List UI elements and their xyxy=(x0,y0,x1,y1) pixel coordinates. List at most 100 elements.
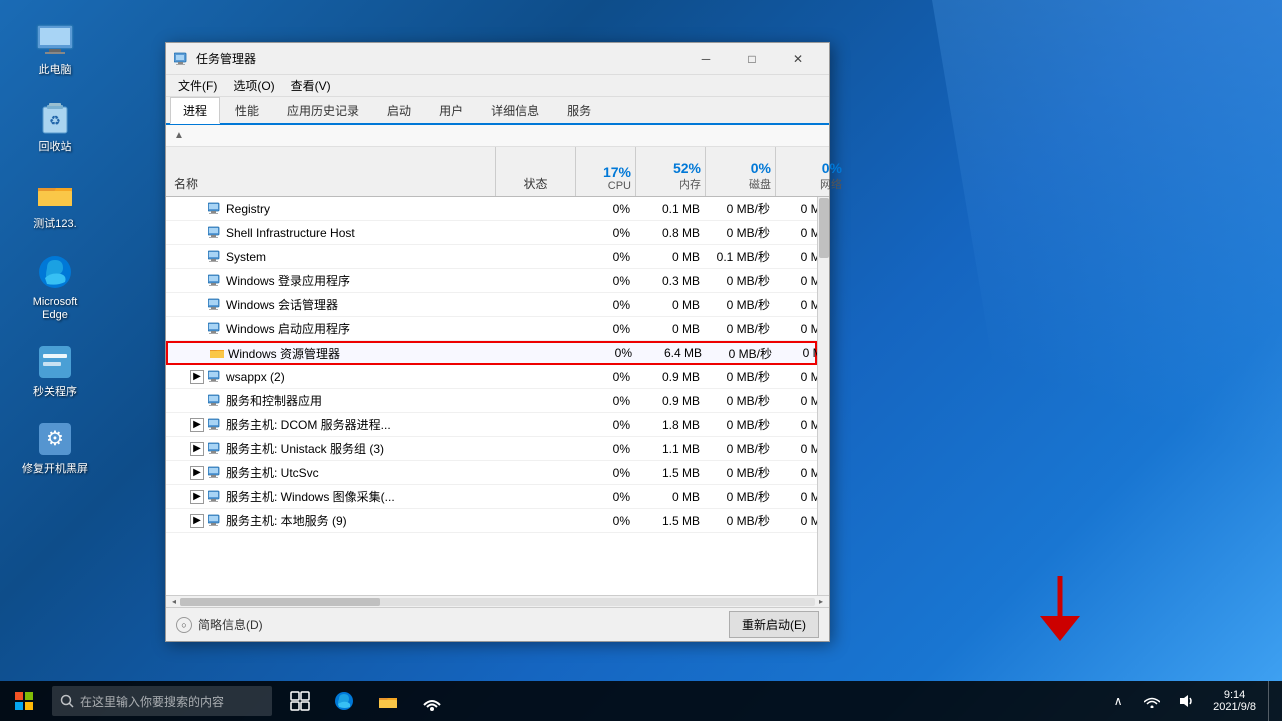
tabs: 进程 性能 应用历史记录 启动 用户 详细信息 服务 xyxy=(166,97,829,125)
show-desktop-button[interactable] xyxy=(1268,681,1274,721)
desktop-icon-folder[interactable]: 测试123. xyxy=(20,174,90,231)
process-icon xyxy=(208,298,222,312)
cell-status xyxy=(496,231,576,235)
desktop-icon-recycle[interactable]: ♻ 回收站 xyxy=(20,97,90,154)
col-header-name[interactable]: 名称 xyxy=(166,147,496,196)
col-header-mem[interactable]: 52% 内存 xyxy=(636,147,706,196)
tray-volume-icon[interactable] xyxy=(1171,681,1201,721)
footer-summary[interactable]: ○ 简略信息(D) xyxy=(176,616,263,633)
scrollbar-thumb[interactable] xyxy=(819,198,829,258)
cell-cpu: 0% xyxy=(576,488,636,506)
cell-cpu: 0% xyxy=(576,512,636,530)
scroll-thumb[interactable] xyxy=(180,598,380,606)
tab-processes[interactable]: 进程 xyxy=(170,97,220,124)
close-button[interactable]: ✕ xyxy=(775,43,821,75)
cell-status xyxy=(496,255,576,259)
scroll-area[interactable]: Registry 0% 0.1 MB 0 MB/秒 0 Mbps Shell I… xyxy=(166,197,817,595)
taskbar: 在这里输入你要搜索的内容 xyxy=(0,681,1282,721)
table-row[interactable]: Windows 会话管理器 0% 0 MB 0 MB/秒 0 Mbps xyxy=(166,293,817,317)
scrollbar-horizontal[interactable]: ◂ ▸ xyxy=(166,595,829,607)
cell-net: 0 Mbps xyxy=(776,248,817,266)
col-header-disk[interactable]: 0% 磁盘 xyxy=(706,147,776,196)
desktop: 此电脑 ♻ 回收站 测试123. xyxy=(0,0,1282,721)
cell-cpu: 0% xyxy=(576,440,636,458)
cell-mem: 6.4 MB xyxy=(638,344,708,362)
cell-net: 0 Mbps xyxy=(776,320,817,338)
table-row[interactable]: 服务和控制器应用 0% 0.9 MB 0 MB/秒 0 Mbps xyxy=(166,389,817,413)
process-icon xyxy=(208,394,222,408)
table-row[interactable]: Windows 资源管理器 0% 6.4 MB 0 MB/秒 0 Mbps xyxy=(166,341,817,365)
taskview-button[interactable] xyxy=(280,681,320,721)
restart-button[interactable]: 重新启动(E) xyxy=(729,611,819,638)
desktop-icon-app2[interactable]: ⚙ 修复开机黑屏 xyxy=(20,419,90,476)
table-row[interactable]: ▶ 服务主机: Unistack 服务组 (3) 0% 1.1 MB 0 MB/… xyxy=(166,437,817,461)
cell-status xyxy=(496,303,576,307)
tray-network-icon[interactable] xyxy=(1137,681,1167,721)
expand-button[interactable]: ▶ xyxy=(190,514,204,528)
process-icon xyxy=(208,202,222,216)
menu-file[interactable]: 文件(F) xyxy=(170,75,225,96)
cell-cpu: 0% xyxy=(576,416,636,434)
tab-startup[interactable]: 启动 xyxy=(374,97,424,123)
start-button[interactable] xyxy=(0,681,48,721)
tab-apphistory[interactable]: 应用历史记录 xyxy=(274,97,372,123)
scroll-left-arrow[interactable]: ◂ xyxy=(168,597,180,606)
col-header-status[interactable]: 状态 xyxy=(496,147,576,196)
desktop-icon-edge[interactable]: Microsoft Edge xyxy=(20,252,90,322)
table-row[interactable]: ▶ 服务主机: UtcSvc 0% 1.5 MB 0 MB/秒 0 Mbps xyxy=(166,461,817,485)
sort-toolbar: ▲ xyxy=(166,125,829,147)
taskbar-clock[interactable]: 9:14 2021/9/8 xyxy=(1205,689,1264,713)
table-row[interactable]: ▶ 服务主机: Windows 图像采集(... 0% 0 MB 0 MB/秒 … xyxy=(166,485,817,509)
cell-mem: 1.5 MB xyxy=(636,464,706,482)
cell-disk: 0 MB/秒 xyxy=(708,343,778,364)
network-taskbar[interactable] xyxy=(412,681,452,721)
cell-disk: 0 MB/秒 xyxy=(706,438,776,459)
table-row[interactable]: ▶ 服务主机: DCOM 服务器进程... 0% 1.8 MB 0 MB/秒 0… xyxy=(166,413,817,437)
process-icon xyxy=(208,250,222,264)
tab-details[interactable]: 详细信息 xyxy=(478,97,552,123)
expand-button[interactable]: ▶ xyxy=(190,370,204,384)
taskbar-search[interactable]: 在这里输入你要搜索的内容 xyxy=(52,686,272,716)
tab-users[interactable]: 用户 xyxy=(426,97,476,123)
table-row[interactable]: Registry 0% 0.1 MB 0 MB/秒 0 Mbps xyxy=(166,197,817,221)
desktop-icon-computer[interactable]: 此电脑 xyxy=(20,20,90,77)
col-header-net[interactable]: 0% 网络 xyxy=(776,147,846,196)
desktop-icon-app[interactable]: 秒关程序 xyxy=(20,342,90,399)
expand-button[interactable]: ▶ xyxy=(190,490,204,504)
tab-performance[interactable]: 性能 xyxy=(222,97,272,123)
col-header-cpu[interactable]: 17% CPU xyxy=(576,147,636,196)
cell-disk: 0 MB/秒 xyxy=(706,294,776,315)
titlebar-icon xyxy=(174,51,190,67)
expand-button[interactable]: ▶ xyxy=(190,418,204,432)
process-list: Registry 0% 0.1 MB 0 MB/秒 0 Mbps Shell I… xyxy=(166,197,829,595)
menu-options[interactable]: 选项(O) xyxy=(225,75,282,96)
table-row[interactable]: Shell Infrastructure Host 0% 0.8 MB 0 MB… xyxy=(166,221,817,245)
expand-button[interactable]: ▶ xyxy=(190,442,204,456)
scrollbar-vertical[interactable] xyxy=(817,197,829,595)
scroll-right-arrow[interactable]: ▸ xyxy=(815,597,827,606)
table-row[interactable]: Windows 登录应用程序 0% 0.3 MB 0 MB/秒 0 Mbps xyxy=(166,269,817,293)
cell-net: 0 Mbps xyxy=(776,512,817,530)
table-row[interactable]: Windows 启动应用程序 0% 0 MB 0 MB/秒 0 Mbps xyxy=(166,317,817,341)
cell-net: 0 Mbps xyxy=(776,392,817,410)
maximize-button[interactable]: □ xyxy=(729,43,775,75)
menu-view[interactable]: 查看(V) xyxy=(283,75,339,96)
edge-taskbar[interactable] xyxy=(324,681,364,721)
scroll-track xyxy=(180,598,815,606)
table-row[interactable]: ▶ 服务主机: 本地服务 (9) 0% 1.5 MB 0 MB/秒 0 Mbps xyxy=(166,509,817,533)
table-row[interactable]: ▶ wsappx (2) 0% 0.9 MB 0 MB/秒 0 Mbps xyxy=(166,365,817,389)
expand-button[interactable]: ▶ xyxy=(190,466,204,480)
cell-name: System xyxy=(166,248,496,266)
tray-chevron[interactable]: ∧ xyxy=(1103,681,1133,721)
process-icon xyxy=(208,442,222,456)
cell-mem: 0.9 MB xyxy=(636,392,706,410)
minimize-button[interactable]: ─ xyxy=(683,43,729,75)
tab-services[interactable]: 服务 xyxy=(554,97,604,123)
cell-status xyxy=(496,471,576,475)
explorer-taskbar[interactable] xyxy=(368,681,408,721)
cell-mem: 0.8 MB xyxy=(636,224,706,242)
cell-status xyxy=(496,327,576,331)
cell-cpu: 0% xyxy=(576,392,636,410)
cell-disk: 0 MB/秒 xyxy=(706,390,776,411)
table-row[interactable]: System 0% 0 MB 0.1 MB/秒 0 Mbps xyxy=(166,245,817,269)
